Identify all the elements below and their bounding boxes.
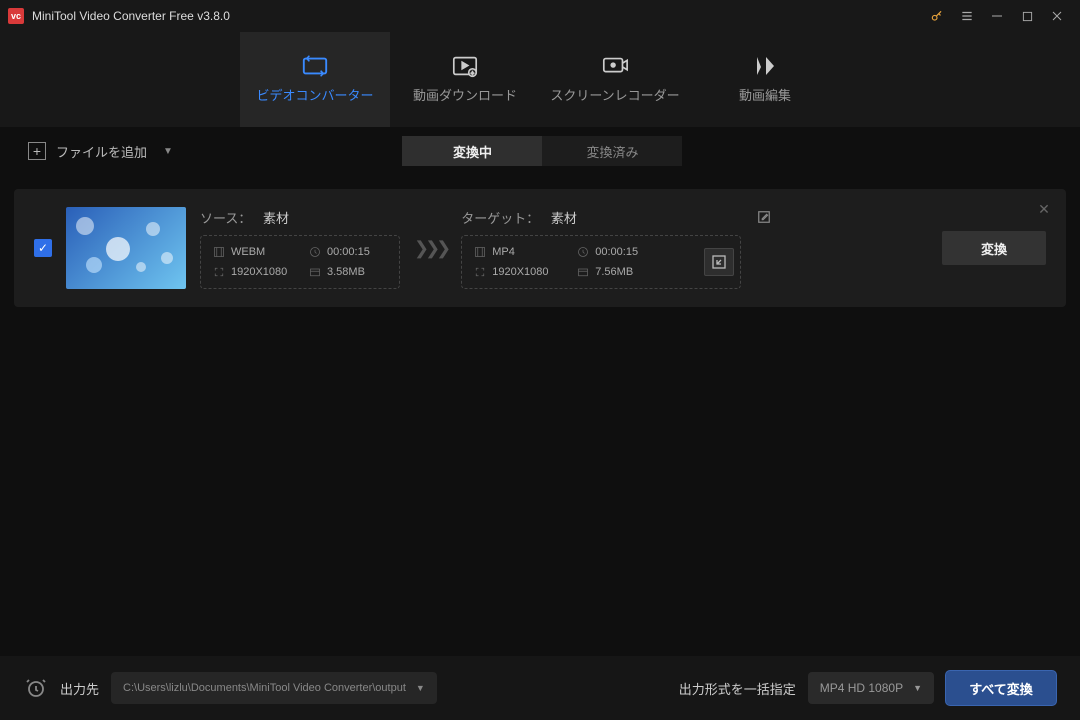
download-icon (451, 55, 479, 77)
source-spec: ソース： 素材 WEBM 00:00:15 1920X1080 3.58MB (200, 208, 400, 289)
tab-label: スクリーンレコーダー (550, 85, 679, 104)
target-name: 素材 (551, 211, 577, 226)
recorder-icon (601, 55, 629, 77)
add-file-button[interactable]: + ファイルを追加 ▼ (28, 142, 173, 161)
target-settings-button[interactable] (704, 248, 734, 276)
seg-converting[interactable]: 変換中 (402, 136, 542, 166)
tab-label: 動画ダウンロード (413, 85, 517, 104)
source-format: WEBM (231, 246, 265, 258)
convert-all-button[interactable]: すべて変換 (946, 671, 1056, 705)
minimize-button[interactable] (982, 0, 1012, 32)
tab-video-converter[interactable]: ビデオコンバーター (240, 32, 390, 127)
source-size: 3.58MB (327, 266, 365, 278)
output-label: 出力先 (60, 679, 99, 698)
app-title: MiniTool Video Converter Free v3.8.0 (32, 9, 230, 23)
video-thumbnail[interactable] (66, 207, 186, 289)
tab-video-edit[interactable]: 動画編集 (690, 32, 840, 127)
tab-label: ビデオコンバーター (256, 85, 373, 104)
close-button[interactable] (1042, 0, 1072, 32)
target-resolution: 1920X1080 (492, 266, 548, 278)
batch-format-value: MP4 HD 1080P (820, 681, 903, 695)
edit-icon (751, 55, 779, 77)
conversion-list: ✓ ソース： 素材 WEBM 00:00:15 1920X1080 3.58MB (0, 175, 1080, 321)
source-resolution: 1920X1080 (231, 266, 287, 278)
seg-done[interactable]: 変換済み (542, 136, 682, 166)
maximize-button[interactable] (1012, 0, 1042, 32)
output-path-select[interactable]: C:\Users\lizlu\Documents\MiniTool Video … (111, 672, 437, 704)
app-logo: vc (8, 8, 24, 24)
add-file-label: ファイルを追加 (56, 142, 147, 161)
status-segment: 変換中 変換済み (402, 136, 682, 166)
target-label: ターゲット： (461, 211, 543, 226)
toolbar: + ファイルを追加 ▼ 変換中 変換済み (0, 127, 1080, 175)
item-checkbox[interactable]: ✓ (34, 239, 52, 257)
tab-screen-recorder[interactable]: スクリーンレコーダー (540, 32, 690, 127)
converter-icon (301, 55, 329, 77)
source-name: 素材 (263, 211, 289, 226)
arrow-icon: ❯❯❯ (414, 238, 447, 259)
chevron-down-icon: ▼ (416, 683, 425, 693)
remove-item-button[interactable]: ✕ (1034, 199, 1054, 219)
output-path-value: C:\Users\lizlu\Documents\MiniTool Video … (123, 682, 406, 694)
add-file-icon: + (28, 142, 46, 160)
target-size: 7.56MB (595, 266, 633, 278)
batch-format-select[interactable]: MP4 HD 1080P ▼ (808, 672, 934, 704)
convert-button[interactable]: 変換 (942, 231, 1046, 265)
tab-label: 動画編集 (739, 85, 791, 104)
main-tabs: ビデオコンバーター 動画ダウンロード スクリーンレコーダー 動画編集 (0, 32, 1080, 127)
key-icon[interactable] (922, 0, 952, 32)
batch-format-label: 出力形式を一括指定 (679, 679, 796, 698)
bottom-bar: 出力先 C:\Users\lizlu\Documents\MiniTool Vi… (0, 656, 1080, 720)
conversion-item: ✓ ソース： 素材 WEBM 00:00:15 1920X1080 3.58MB (14, 189, 1066, 307)
titlebar: vc MiniTool Video Converter Free v3.8.0 (0, 0, 1080, 32)
schedule-icon[interactable] (24, 676, 48, 700)
rename-icon[interactable] (757, 210, 771, 224)
target-spec: ターゲット： 素材 MP4 00:00:15 1920X1080 7.56MB (461, 208, 771, 289)
source-label: ソース： (200, 211, 255, 226)
source-duration: 00:00:15 (327, 246, 370, 258)
chevron-down-icon: ▼ (163, 146, 173, 157)
hamburger-icon[interactable] (952, 0, 982, 32)
target-format: MP4 (492, 246, 515, 258)
target-duration: 00:00:15 (595, 246, 638, 258)
tab-video-download[interactable]: 動画ダウンロード (390, 32, 540, 127)
chevron-down-icon: ▼ (913, 683, 922, 693)
